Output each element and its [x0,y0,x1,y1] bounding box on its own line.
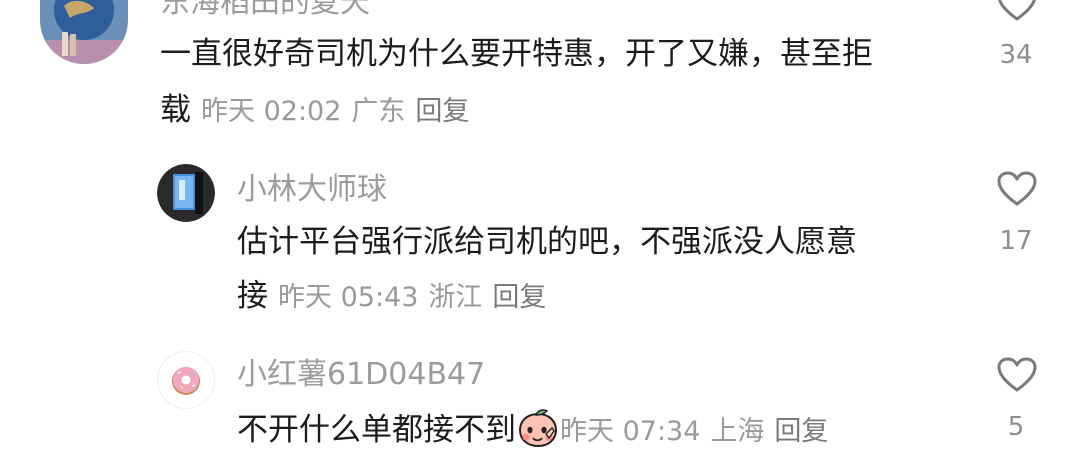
comment-text: 不开什么单都接不到 [237,412,516,448]
heart-icon[interactable] [997,357,1037,393]
comment-location: 上海 [710,416,765,447]
comment-location: 广东 [351,96,406,127]
heart-icon[interactable] [997,0,1037,22]
username[interactable]: 东海稻田的夏天 [160,0,370,20]
reply-button[interactable]: 回复 [774,416,828,447]
comment-text-tail: 接 [237,278,268,314]
avatar[interactable] [157,164,215,222]
reply-button[interactable]: 回复 [492,282,546,313]
avatar[interactable] [157,351,215,409]
comment-location: 浙江 [428,282,483,313]
like-count: 17 [999,226,1033,256]
comment-text-continued: 载昨天 02:02 广东 回复 [160,90,469,132]
donut-icon [158,352,214,408]
heart-icon[interactable] [997,171,1037,207]
username[interactable]: 小林大师球 [237,173,387,207]
comment-body-line: 不开什么单都接不到 昨天 07:34 上海 回复 [237,408,828,452]
like-count: 34 [999,40,1033,70]
avatar[interactable] [40,0,128,64]
avatar-image [157,164,215,222]
username[interactable]: 小红薯61D04B47 [237,358,485,392]
comment-text: 估计平台强行派给司机的吧，不强派没人愿意 [237,224,857,260]
comment-time: 昨天 07:34 [560,416,701,447]
peach-face-emoji [518,409,558,448]
like-count: 5 [1007,412,1025,442]
avatar-image [40,0,128,64]
comment-text-continued: 接昨天 05:43 浙江 回复 [237,276,546,318]
comment-time: 昨天 02:02 [201,96,342,127]
comment-text: 一直很好奇司机为什么要开特惠，开了又嫌，甚至拒 [160,36,873,72]
comment-text-tail: 载 [160,92,191,128]
comment-time: 昨天 05:43 [278,282,419,313]
reply-button[interactable]: 回复 [415,96,469,127]
comment-thread: 东海稻田的夏天 一直很好奇司机为什么要开特惠，开了又嫌，甚至拒 载昨天 02:0… [0,0,1080,466]
